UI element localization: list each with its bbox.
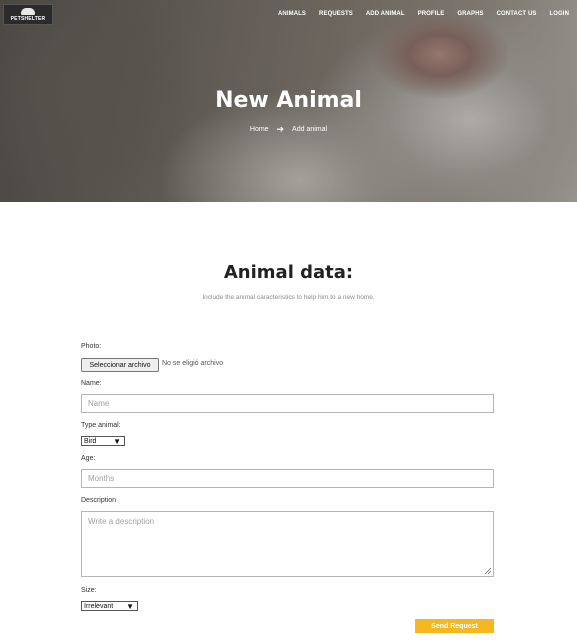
hero-banner: PETSHELTER ANIMALS REQUESTS ADD ANIMAL P… [0, 0, 577, 202]
main-nav: ANIMALS REQUESTS ADD ANIMAL PROFILE GRAP… [265, 11, 569, 17]
breadcrumb: Home ➔ Add animal [0, 124, 577, 135]
nav-item-profile[interactable]: PROFILE [418, 11, 445, 17]
age-label: Age: [81, 455, 96, 462]
section-title: Animal data: [223, 262, 354, 283]
choose-file-button[interactable]: Seleccionar archivo [81, 358, 159, 372]
type-animal-label: Type animal: [81, 422, 121, 429]
paw-logo-icon [21, 7, 35, 15]
section-subtitle: Include the animal caracteristics to hel… [202, 294, 375, 301]
page-title: New Animal [215, 88, 362, 113]
nav-item-graphs[interactable]: GRAPHS [457, 11, 483, 17]
size-selected: Irrelevant [84, 602, 114, 610]
nav-item-contact-us[interactable]: CONTACT US [497, 11, 537, 17]
site-logo[interactable]: PETSHELTER [3, 4, 53, 25]
resize-grip-icon[interactable] [484, 567, 492, 575]
logo-text: PETSHELTER [10, 15, 46, 22]
description-label: Description [81, 497, 117, 504]
description-textarea[interactable] [81, 511, 494, 577]
breadcrumb-current: Add animal [292, 126, 328, 133]
type-animal-selected: Bird [84, 437, 97, 445]
age-input[interactable] [81, 469, 494, 488]
dropdown-caret-icon: ▼ [113, 437, 121, 446]
size-select[interactable]: Irrelevant ▼ [81, 601, 138, 611]
name-label: Name: [81, 380, 102, 387]
size-label: Size: [81, 587, 97, 594]
dropdown-caret-icon: ▼ [126, 602, 134, 611]
file-status-text: No se eligió archivo [162, 360, 224, 367]
nav-item-requests[interactable]: REQUESTS [319, 11, 353, 17]
photo-label: Photo: [81, 343, 102, 350]
arrow-right-icon: ➔ [276, 124, 285, 134]
name-input[interactable] [81, 394, 494, 413]
nav-item-add-animal[interactable]: ADD ANIMAL [366, 11, 405, 17]
send-request-button[interactable]: Send Request [415, 619, 494, 633]
type-animal-select[interactable]: Bird ▼ [81, 436, 125, 446]
nav-item-animals[interactable]: ANIMALS [278, 11, 306, 17]
nav-item-login[interactable]: LOGIN [550, 11, 570, 17]
breadcrumb-home[interactable]: Home [250, 126, 269, 133]
